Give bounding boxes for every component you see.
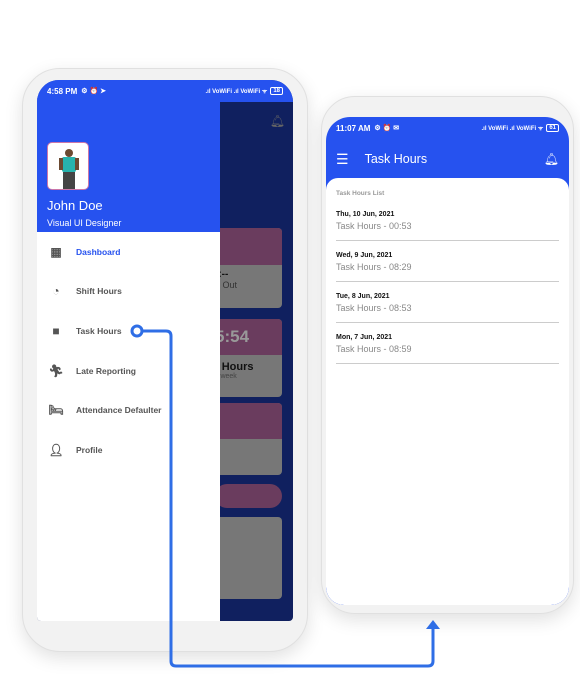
flow-connector <box>130 324 440 668</box>
connector-start-dot <box>130 324 144 338</box>
arrow-head-icon <box>426 620 440 629</box>
